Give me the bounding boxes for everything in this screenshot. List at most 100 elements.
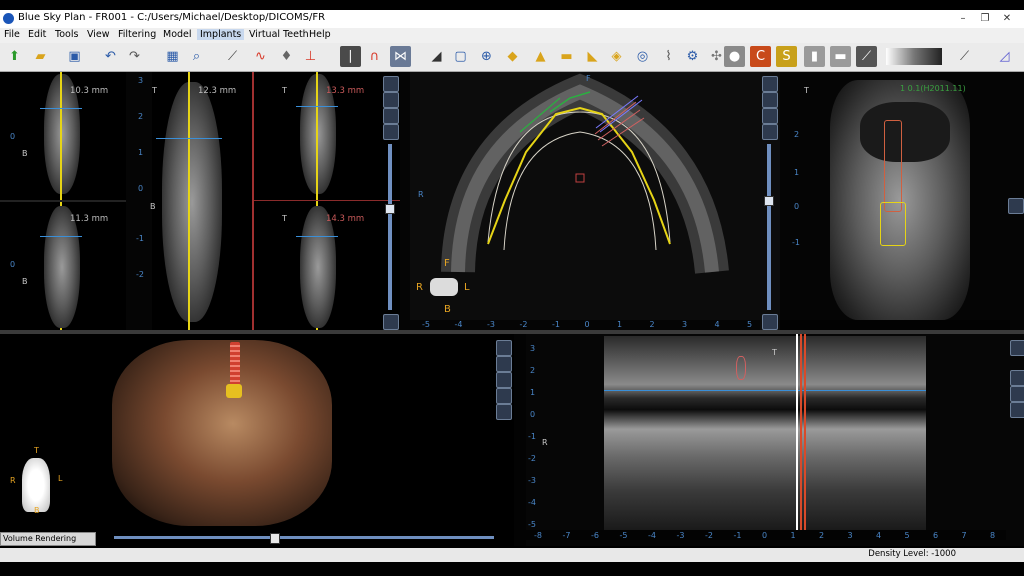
view-button[interactable] (1010, 340, 1024, 356)
open-folder-icon[interactable]: ▰ (30, 46, 51, 67)
view-button[interactable] (383, 76, 399, 92)
view-button[interactable] (762, 314, 778, 330)
menu-implants[interactable]: Implants (197, 29, 245, 40)
render-mode-select[interactable]: Volume Rendering (0, 532, 96, 546)
menu-filtering[interactable]: Filtering (115, 29, 159, 40)
measurement-label: 10.3 mm (70, 86, 109, 96)
axial-x-tick: -5 (422, 320, 430, 329)
measure-icon[interactable]: ⟋ (222, 46, 243, 67)
view-button[interactable] (496, 372, 512, 388)
view-button[interactable] (762, 108, 778, 124)
view-button[interactable] (496, 404, 512, 420)
draw-icon[interactable]: ∩ (364, 46, 385, 67)
menu-file[interactable]: File (1, 29, 23, 40)
window-level-gradient[interactable] (886, 48, 942, 65)
settings-icon[interactable]: ⚙ (682, 46, 703, 67)
curve-icon[interactable]: ∣ (340, 46, 361, 67)
volume-rendering-view[interactable]: T R L B (0, 334, 514, 530)
view-button[interactable] (1010, 386, 1024, 402)
camera-icon[interactable]: ⌇ (658, 46, 679, 67)
view-button[interactable] (383, 124, 399, 140)
crown-icon[interactable]: ◈ (606, 46, 627, 67)
skull-3d-render[interactable] (112, 340, 332, 526)
slice-scrollbar[interactable] (767, 144, 771, 310)
view-button[interactable] (496, 356, 512, 372)
guide-icon[interactable]: ◣ (582, 46, 603, 67)
slice-scroll-thumb[interactable] (385, 204, 395, 214)
view-button[interactable] (1010, 370, 1024, 386)
box-icon[interactable]: ◢ (426, 46, 447, 67)
skull-icon[interactable]: ● (724, 46, 745, 67)
menu-tools[interactable]: Tools (52, 29, 81, 40)
axial-x-tick: 0 (584, 320, 590, 329)
model-icon[interactable]: ⋈ (390, 46, 411, 67)
picker-icon[interactable]: ⟋ (954, 46, 975, 67)
ruler-icon[interactable]: ▲ (530, 46, 551, 67)
panorama-icon[interactable]: ▦ (162, 46, 183, 67)
view-button[interactable] (383, 92, 399, 108)
panoramic-view[interactable]: 3 2 1 0 -1 -2 -3 -4 -5 R T -8 -7 -6 -5 -4 -3-… (514, 334, 1024, 546)
bone-icon[interactable]: ▮ (804, 46, 825, 67)
minimize-button[interactable]: – (952, 11, 974, 26)
view-button[interactable] (762, 76, 778, 92)
menu-model[interactable]: Model (160, 29, 195, 40)
cross-section-line[interactable] (188, 72, 190, 330)
toolbar: ⬆ ▰ ▣ ↶ ↷ ▦ ⌕ ⟋ ∿ ♦ ⊥ ∣ ∩ ⋈ ◢ ▢ ⊕ ◆ ▲ ▬ … (0, 43, 1024, 72)
menu-virtual-teeth[interactable]: Virtual Teeth (246, 29, 312, 40)
window-icon[interactable]: ⟋ (856, 46, 877, 67)
view-button[interactable] (383, 108, 399, 124)
c-icon[interactable]: C (750, 46, 771, 67)
view-button[interactable] (496, 388, 512, 404)
view-button[interactable] (1010, 402, 1024, 418)
redo-icon[interactable]: ↷ (124, 46, 145, 67)
menu-edit[interactable]: Edit (25, 29, 49, 40)
undo-icon[interactable]: ↶ (100, 46, 121, 67)
abutment-outline[interactable] (880, 202, 906, 246)
restore-button[interactable]: ❐ (974, 11, 996, 26)
axial-x-tick: 4 (714, 320, 720, 329)
bar-icon[interactable]: ▬ (830, 46, 851, 67)
implant-icon[interactable]: ⊥ (300, 46, 321, 67)
tool-icon[interactable]: ⊕ (476, 46, 497, 67)
view-button[interactable] (496, 340, 512, 356)
nerve-icon[interactable]: ∿ (250, 46, 271, 67)
panoramic-x-tick: 4 (876, 531, 882, 540)
panoramic-image[interactable] (604, 336, 926, 530)
new-file-icon[interactable]: ⬆ (4, 46, 25, 67)
implant-outline[interactable] (884, 120, 902, 212)
view-button[interactable] (1008, 198, 1024, 214)
save-icon[interactable]: ▣ (64, 46, 85, 67)
panoramic-x-tick: 1 (790, 531, 796, 540)
erase-icon[interactable]: ◆ (502, 46, 523, 67)
cross-section-panel[interactable]: 10.3 mm B 11.3 mm B 0 0 3 2 1 0 -1 -2 12… (0, 72, 400, 330)
view-button[interactable] (762, 92, 778, 108)
chart-icon[interactable]: ◿ (994, 46, 1015, 67)
implant-view[interactable]: 1 0.1(H2011.11) T 2 1 0 -1 (780, 72, 1024, 330)
render-slider-thumb[interactable] (270, 533, 280, 544)
panoramic-x-tick: -1 (733, 531, 742, 540)
zoom-icon[interactable]: ⌕ (186, 46, 207, 67)
guide-line (296, 106, 338, 107)
orientation-figure-icon (22, 458, 50, 512)
measurement-label: 14.3 mm (326, 214, 365, 224)
scan-icon[interactable]: ◎ (632, 46, 653, 67)
menu-help[interactable]: Help (306, 29, 334, 40)
s-icon[interactable]: S (776, 46, 797, 67)
pick-icon[interactable]: ▢ (450, 46, 471, 67)
render-opacity-slider[interactable] (114, 536, 494, 539)
axial-view[interactable]: R F F R L B -5 -4 -3 -2 -1 0 1 2 3 4 5 (400, 72, 780, 330)
tooth-icon[interactable]: ♦ (276, 46, 297, 67)
slice-scrollbar[interactable] (388, 144, 392, 310)
close-button[interactable]: ✕ (996, 11, 1018, 26)
implant-3d[interactable] (230, 342, 240, 390)
abutment-3d[interactable] (226, 384, 242, 398)
panoramic-x-tick: 3 (847, 531, 853, 540)
panoramic-x-tick: -4 (648, 531, 656, 540)
view-button[interactable] (762, 124, 778, 140)
panoramic-x-tick: 2 (819, 531, 825, 540)
panoramic-guide-line[interactable] (604, 390, 926, 391)
view-button[interactable] (383, 314, 399, 330)
slice-scroll-thumb[interactable] (764, 196, 774, 206)
menu-view[interactable]: View (84, 29, 113, 40)
sleeve-icon[interactable]: ▬ (556, 46, 577, 67)
